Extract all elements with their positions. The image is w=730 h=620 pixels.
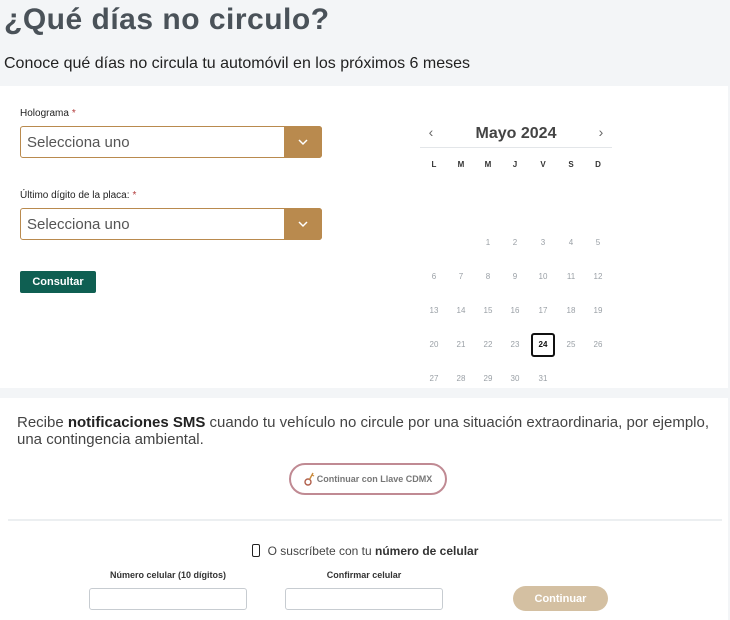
- consultar-button[interactable]: Consultar: [20, 271, 96, 293]
- calendar-header: ‹ Mayo 2024 ›: [420, 120, 612, 148]
- calendar-day[interactable]: 4: [559, 231, 583, 255]
- calendar-weekday: M: [457, 160, 465, 169]
- calendar-day[interactable]: 20: [422, 333, 446, 357]
- calendar-weekdays: LMMJVSD: [420, 160, 612, 172]
- calendar-day[interactable]: 30: [503, 367, 527, 391]
- holograma-select[interactable]: Selecciona uno: [20, 126, 322, 158]
- calendar-day[interactable]: 12: [586, 265, 610, 289]
- calendar-day[interactable]: 3: [531, 231, 555, 255]
- consulta-section: Holograma * Selecciona uno Último dígito …: [0, 86, 728, 388]
- calendar-day[interactable]: 28: [449, 367, 473, 391]
- sms-section: Recibe notificaciones SMS cuando tu vehí…: [0, 398, 728, 620]
- placa-select-value: Selecciona uno: [27, 216, 130, 233]
- divider: [8, 519, 722, 521]
- calendar-weekday: V: [540, 160, 546, 169]
- calendar-day[interactable]: 5: [586, 231, 610, 255]
- chevron-down-icon[interactable]: [284, 126, 322, 158]
- placa-select[interactable]: Selecciona uno: [20, 208, 322, 240]
- calendar-day[interactable]: 26: [586, 333, 610, 357]
- key-icon: [304, 472, 315, 486]
- placa-label: Último dígito de la placa: *: [20, 190, 137, 201]
- calendar-day[interactable]: 29: [476, 367, 500, 391]
- calendar-day[interactable]: 21: [449, 333, 473, 357]
- calendar-weekday: D: [595, 160, 601, 169]
- confirm-phone-input[interactable]: [285, 588, 443, 610]
- calendar-day[interactable]: 6: [422, 265, 446, 289]
- calendar-day[interactable]: 7: [449, 265, 473, 289]
- calendar-day[interactable]: 13: [422, 299, 446, 323]
- continuar-button[interactable]: Continuar: [513, 586, 608, 611]
- calendar-day[interactable]: 8: [476, 265, 500, 289]
- calendar-day[interactable]: 17: [531, 299, 555, 323]
- calendar-weekday: S: [568, 160, 574, 169]
- calendar-day[interactable]: 11: [559, 265, 583, 289]
- calendar-weekday: M: [484, 160, 492, 169]
- calendar-day[interactable]: 14: [449, 299, 473, 323]
- calendar-day[interactable]: 19: [586, 299, 610, 323]
- calendar-day[interactable]: 23: [503, 333, 527, 357]
- calendar-day[interactable]: 10: [531, 265, 555, 289]
- sms-description: Recibe notificaciones SMS cuando tu vehí…: [17, 414, 710, 448]
- page-header: ¿Qué días no circulo? Conoce qué días no…: [0, 0, 730, 86]
- calendar-day[interactable]: 16: [503, 299, 527, 323]
- confirm-phone-label: Confirmar celular: [326, 570, 402, 580]
- calendar: ‹ Mayo 2024 › LMMJVSD 1 2 3 4 5 6 7 8 9 10 11 12 13 1…: [420, 120, 612, 383]
- calendar-month-title: Mayo 2024: [475, 125, 557, 142]
- llave-cdmx-label: Continuar con Llave CDMX: [316, 474, 433, 484]
- calendar-day[interactable]: 31: [531, 367, 555, 391]
- calendar-weekday: J: [512, 160, 518, 169]
- page-title: ¿Qué días no circulo?: [4, 3, 330, 36]
- calendar-day[interactable]: 2: [503, 231, 527, 255]
- calendar-day[interactable]: 25: [559, 333, 583, 357]
- calendar-weekday: L: [431, 160, 437, 169]
- holograma-label: Holograma *: [20, 108, 76, 119]
- calendar-day[interactable]: 15: [476, 299, 500, 323]
- llave-cdmx-button[interactable]: Continuar con Llave CDMX: [289, 463, 447, 495]
- calendar-day-today[interactable]: 24: [531, 333, 555, 357]
- chevron-right-icon[interactable]: ›: [592, 124, 610, 140]
- calendar-day[interactable]: 27: [422, 367, 446, 391]
- calendar-day[interactable]: 18: [559, 299, 583, 323]
- holograma-select-value: Selecciona uno: [27, 134, 130, 151]
- chevron-down-icon[interactable]: [284, 208, 322, 240]
- page-subtitle: Conoce qué días no circula tu automóvil …: [4, 55, 471, 72]
- calendar-day[interactable]: 9: [503, 265, 527, 289]
- calendar-day[interactable]: 1: [476, 231, 500, 255]
- calendar-day[interactable]: 22: [476, 333, 500, 357]
- phone-number-input[interactable]: [89, 588, 247, 610]
- subscribe-line: O suscríbete con tu número de celular: [0, 544, 730, 558]
- phone-number-label: Número celular (10 dígitos): [109, 570, 227, 580]
- phone-icon: [251, 544, 260, 557]
